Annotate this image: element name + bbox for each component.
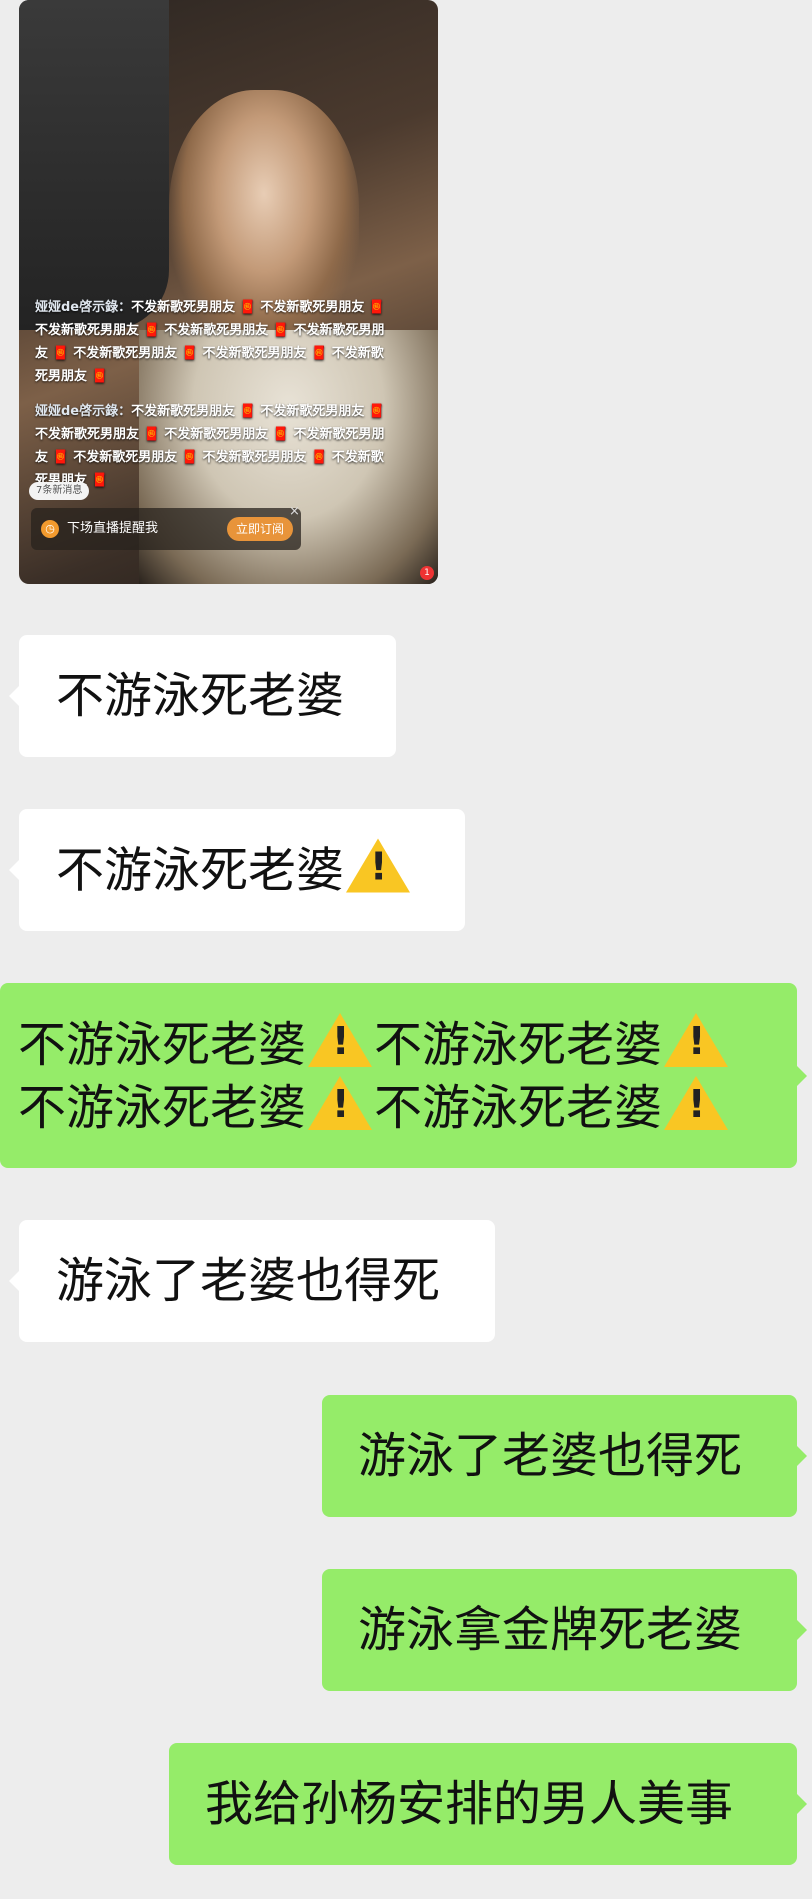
message-text: 游泳了老婆也得死 xyxy=(358,1428,743,1484)
message-bubble-sent[interactable]: 不游泳死老婆不游泳死老婆 不游泳死老婆不游泳死老婆 xyxy=(0,983,807,1168)
warning-icon xyxy=(664,1075,729,1130)
message-text: 不游泳死老婆 xyxy=(56,842,345,899)
danmu-comment: 娅娅de啓示錄：不发新歌死男朋友 🧧 不发新歌死男朋友 🧧 不发新歌死男朋友 🧧… xyxy=(35,296,395,388)
subscribe-button: 立即订阅 xyxy=(227,517,293,541)
message-segment: 不游泳死老婆 xyxy=(374,1016,663,1073)
warning-icon xyxy=(346,838,411,893)
warning-icon xyxy=(308,1012,373,1067)
image-background-person xyxy=(19,0,169,330)
image-message[interactable]: 娅娅de啓示錄：不发新歌死男朋友 🧧 不发新歌死男朋友 🧧 不发新歌死男朋友 🧧… xyxy=(19,0,438,584)
warning-icon xyxy=(664,1012,729,1067)
message-content: 不游泳死老婆不游泳死老婆 不游泳死老婆不游泳死老婆 xyxy=(18,1012,798,1139)
new-messages-pill: 7条新消息 xyxy=(29,482,90,500)
message-text: 游泳了老婆也得死 xyxy=(56,1253,441,1309)
close-icon: × xyxy=(289,504,300,519)
clock-icon: ◷ xyxy=(41,520,59,538)
message-segment: 不游泳死老婆 xyxy=(374,1079,663,1136)
message-bubble-sent[interactable]: 游泳拿金牌死老婆 xyxy=(322,1569,807,1691)
reminder-text: 下场直播提醒我 xyxy=(67,521,159,536)
message-segment: 不游泳死老婆 xyxy=(18,1016,307,1073)
message-bubble-received[interactable]: 不游泳死老婆 xyxy=(9,635,396,757)
warning-icon xyxy=(308,1075,373,1130)
message-text: 我给孙杨安排的男人美事 xyxy=(205,1776,734,1832)
danmu-username: 娅娅de啓示錄： xyxy=(35,404,132,419)
danmu-username: 娅娅de啓示錄： xyxy=(35,300,132,315)
message-text: 游泳拿金牌死老婆 xyxy=(358,1602,743,1658)
message-bubble-received[interactable]: 游泳了老婆也得死 xyxy=(9,1220,495,1342)
notification-badge: 1 xyxy=(420,566,434,580)
message-bubble-received[interactable]: 不游泳死老婆 xyxy=(9,809,465,931)
message-content: 不游泳死老婆 xyxy=(56,838,412,902)
message-bubble-sent[interactable]: 游泳了老婆也得死 xyxy=(322,1395,807,1517)
message-bubble-sent[interactable]: 我给孙杨安排的男人美事 xyxy=(169,1743,807,1865)
message-segment: 不游泳死老婆 xyxy=(18,1079,307,1136)
live-reminder-bar: ◷ 下场直播提醒我 立即订阅 × xyxy=(31,504,301,550)
danmu-comment: 娅娅de啓示錄：不发新歌死男朋友 🧧 不发新歌死男朋友 🧧 不发新歌死男朋友 🧧… xyxy=(35,400,395,492)
message-text: 不游泳死老婆 xyxy=(56,668,345,724)
